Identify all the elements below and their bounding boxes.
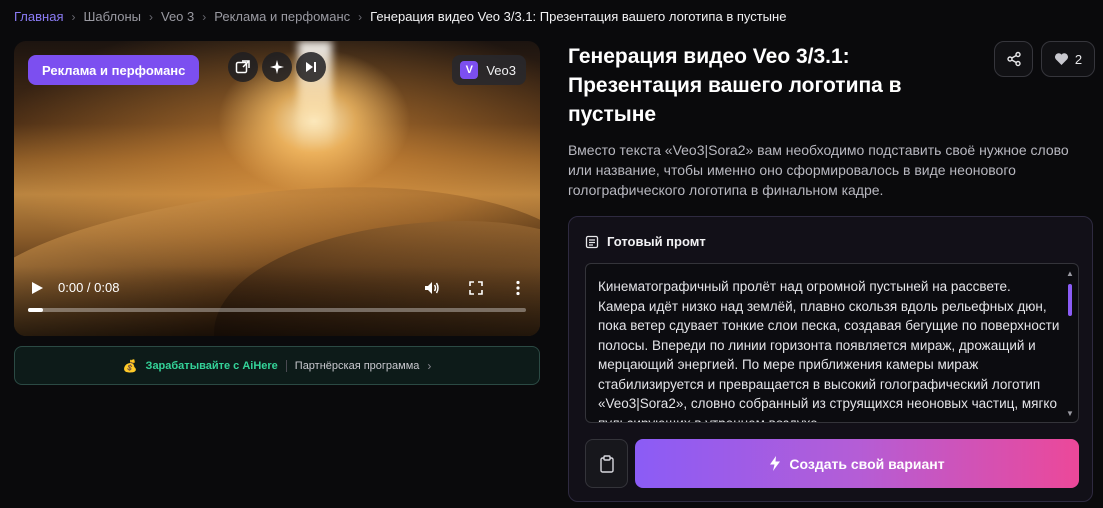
scroll-thumb[interactable] [1068, 284, 1072, 316]
scroll-down-icon[interactable]: ▼ [1066, 410, 1074, 418]
page-title: Генерация видео Veo 3/3.1: Презентация в… [568, 45, 902, 126]
breadcrumb: Главная › Шаблоны › Veo 3 › Реклама и пе… [14, 9, 786, 24]
veo-logo-icon: V [460, 61, 479, 79]
breadcrumb-home[interactable]: Главная [14, 9, 63, 24]
affiliate-program-label: Партнёрская программа [294, 359, 420, 372]
lightning-icon [770, 456, 781, 471]
play-icon[interactable] [30, 281, 44, 295]
prompt-scrollbar[interactable]: ▲ ▼ [1066, 270, 1074, 418]
sparkle-icon [270, 60, 284, 74]
prompt-text: Кинематографичный пролёт над огромной пу… [598, 279, 1060, 423]
breadcrumb-separator-icon: › [148, 9, 153, 24]
clipboard-icon [599, 454, 614, 473]
affiliate-earn-label: Зарабатывайте с AiHere [145, 359, 278, 372]
video-progress-fill [28, 308, 43, 312]
pip-button[interactable] [228, 52, 258, 82]
video-progress-bar[interactable] [28, 308, 526, 312]
video-controls: 0:00 / 0:08 [14, 276, 540, 336]
breadcrumb-current: Генерация видео Veo 3/3.1: Презентация в… [370, 9, 787, 24]
breadcrumb-category[interactable]: Реклама и перфоманс [214, 9, 350, 24]
breadcrumb-veo3[interactable]: Veo 3 [161, 9, 194, 24]
page-description: Вместо текста «Veo3|Sora2» вам необходим… [568, 142, 1069, 198]
prompt-heading: Готовый промт [607, 234, 706, 249]
scroll-up-icon[interactable]: ▲ [1066, 270, 1074, 278]
volume-icon[interactable] [423, 279, 441, 297]
breadcrumb-separator-icon: › [202, 9, 207, 24]
skip-button[interactable] [296, 52, 326, 82]
affiliate-banner[interactable]: 💰 Зарабатывайте с AiHere Партнёрская про… [14, 346, 540, 385]
like-count: 2 [1074, 51, 1083, 67]
share-button[interactable] [994, 41, 1033, 77]
affiliate-divider [285, 359, 287, 372]
fullscreen-icon[interactable] [467, 279, 485, 297]
document-icon [585, 235, 599, 248]
breadcrumb-separator-icon: › [71, 9, 76, 24]
share-icon [1006, 51, 1021, 67]
like-button[interactable]: 2 [1041, 41, 1095, 77]
category-tag[interactable]: Реклама и перфоманс [28, 55, 200, 85]
copy-prompt-button[interactable] [585, 439, 628, 488]
heart-icon [1054, 53, 1068, 65]
breadcrumb-templates[interactable]: Шаблоны [83, 9, 141, 24]
create-variant-button[interactable]: Создать свой вариант [635, 439, 1079, 488]
model-badge: V Veo3 [452, 55, 526, 85]
model-badge-label: Veo3 [486, 62, 516, 78]
skip-forward-icon [306, 62, 316, 72]
coin-icon: 💰 [122, 358, 138, 373]
pip-icon [235, 60, 250, 74]
prompt-header: Готовый промт [585, 234, 706, 249]
prompt-card: Готовый промт Кинематографичный пролёт н… [568, 216, 1093, 502]
prompt-textarea[interactable]: Кинематографичный пролёт над огромной пу… [585, 263, 1079, 423]
video-time: 0:00 / 0:08 [58, 280, 120, 295]
more-vertical-icon[interactable] [509, 279, 527, 297]
sparkle-button[interactable] [262, 52, 292, 82]
video-player[interactable]: Реклама и перфоманс V Veo3 0:00 / 0:08 [14, 41, 540, 336]
create-variant-label: Создать свой вариант [789, 455, 945, 472]
breadcrumb-separator-icon: › [358, 9, 363, 24]
chevron-right-icon: › [427, 358, 432, 373]
